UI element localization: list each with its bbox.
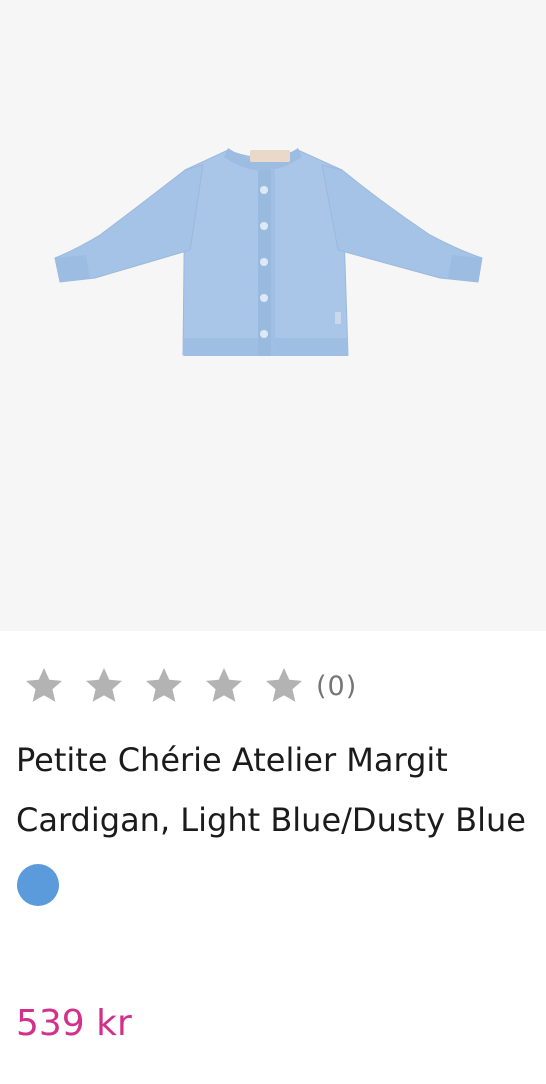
rating[interactable]: (0) <box>22 664 357 708</box>
star-icon <box>26 668 62 702</box>
star-icon <box>266 668 302 702</box>
star-icon <box>86 668 122 702</box>
star-icon <box>146 668 182 702</box>
cardigan-illustration <box>54 148 483 356</box>
star-icon <box>206 668 242 702</box>
review-count: (0) <box>316 670 358 702</box>
product-image[interactable] <box>0 0 546 631</box>
color-swatch[interactable] <box>17 864 59 906</box>
product-title[interactable]: Petite Chérie Atelier Margit Cardigan, L… <box>16 730 526 850</box>
product-price: 539 kr <box>16 1003 132 1044</box>
product-card[interactable]: (0) Petite Chérie Atelier Margit Cardiga… <box>0 0 546 1084</box>
